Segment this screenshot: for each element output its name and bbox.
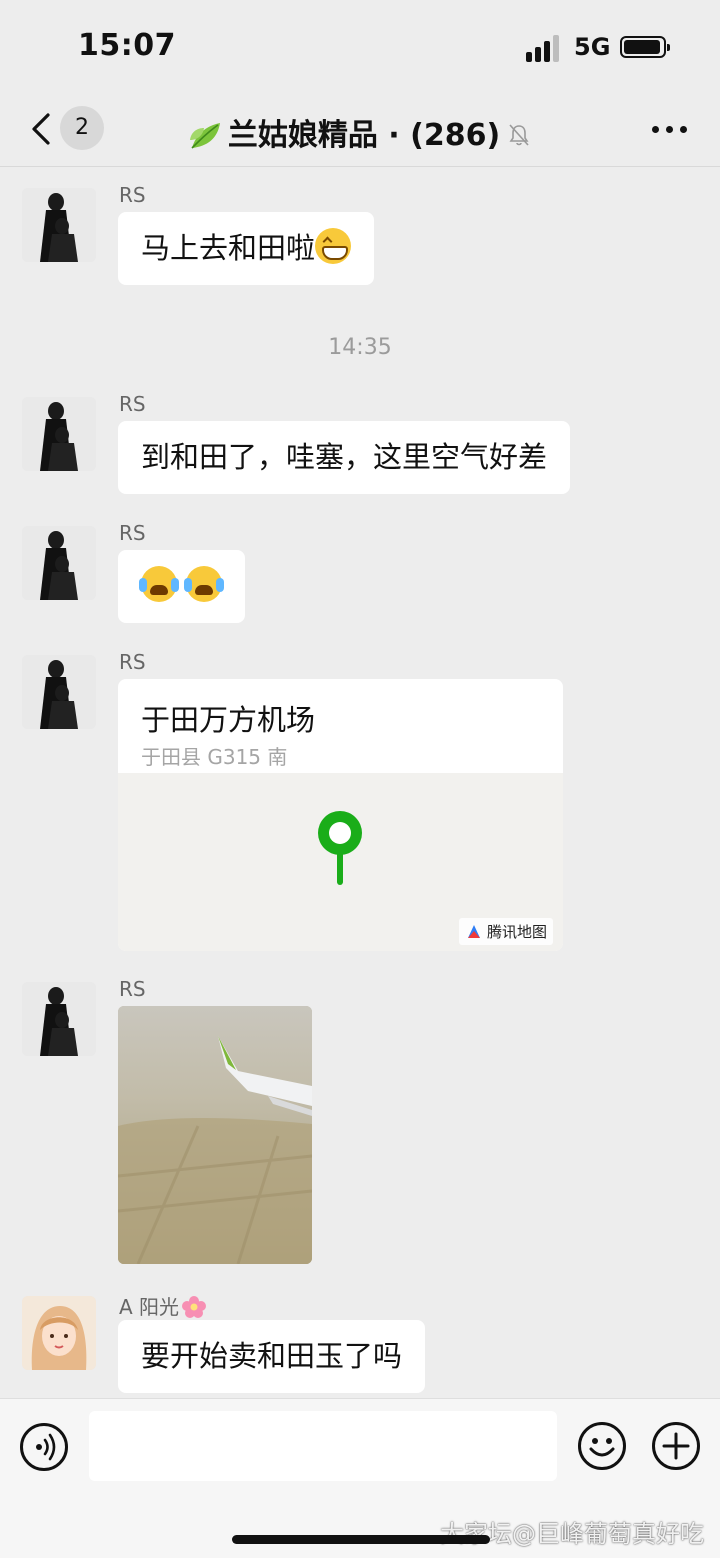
avatar[interactable] (22, 1296, 96, 1370)
chat-title-text: 兰姑娘精品 · (286) (227, 118, 501, 153)
sender-name: RS (119, 650, 146, 674)
avatar-image (22, 526, 96, 600)
network-type: 5G (574, 33, 611, 61)
leaf-icon (189, 123, 220, 149)
sender-name: RS (119, 977, 146, 1001)
status-bar: 15:07 5G (0, 0, 720, 95)
sender-name: RS (119, 183, 146, 207)
grinning-face-icon (315, 228, 352, 264)
crying-face-icon (139, 566, 177, 602)
emoji-button[interactable] (577, 1421, 627, 1471)
map-pin-icon (318, 811, 362, 885)
status-time: 15:07 (78, 28, 176, 63)
message-bubble[interactable]: 要开始卖和田玉了吗 (118, 1320, 426, 1393)
avatar[interactable] (22, 982, 96, 1056)
avatar[interactable] (22, 397, 96, 471)
sender-name: RS (119, 521, 146, 545)
avatar-image (22, 982, 96, 1056)
crying-face-icon (184, 566, 223, 602)
flower-icon (182, 1296, 207, 1318)
home-indicator (232, 1535, 490, 1544)
voice-icon (36, 1433, 56, 1461)
voice-input-button[interactable] (20, 1423, 68, 1471)
message-timestamp: 14:35 (328, 335, 392, 360)
chat-header: 2 兰姑娘精品 · (286) (0, 95, 720, 167)
message-bubble[interactable]: 马上去和田啦 (118, 212, 375, 285)
message-input[interactable] (89, 1411, 557, 1481)
map-brand: 腾讯地图 (458, 918, 553, 945)
message-bubble[interactable] (118, 550, 246, 623)
location-card[interactable]: 于田万方机场 于田县 G315 南 腾讯地图 (118, 679, 563, 951)
plus-icon (652, 1422, 700, 1470)
sender-name-text: A 阳光 (119, 1295, 180, 1319)
avatar-image (22, 1296, 96, 1370)
avatar[interactable] (22, 526, 96, 600)
signal-icon (526, 34, 564, 62)
location-map[interactable]: 腾讯地图 (118, 773, 563, 951)
message-text: 要开始卖和田玉了吗 (141, 1339, 403, 1373)
chat-title[interactable]: 兰姑娘精品 · (286) (0, 110, 720, 154)
sender-name: A 阳光 (119, 1291, 207, 1320)
image-message[interactable] (118, 1006, 312, 1264)
airplane-wing-photo (118, 1006, 312, 1264)
battery-icon (620, 36, 670, 58)
avatar-image (22, 188, 96, 262)
map-brand-text: 腾讯地图 (486, 923, 547, 941)
tencent-map-logo-icon (467, 925, 480, 938)
mute-bell-icon (509, 124, 529, 146)
avatar-image (22, 655, 96, 729)
message-text: 到和田了，哇塞，这里空气好差 (141, 440, 548, 474)
location-name: 于田万方机场 (141, 703, 316, 737)
avatar[interactable] (22, 188, 96, 262)
message-bubble[interactable]: 到和田了，哇塞，这里空气好差 (118, 421, 571, 494)
avatar[interactable] (22, 655, 96, 729)
location-address: 于田县 G315 南 (141, 745, 288, 769)
sender-name: RS (119, 392, 146, 416)
avatar-image (22, 397, 96, 471)
more-options-button[interactable] (650, 115, 690, 145)
more-functions-button[interactable] (651, 1421, 701, 1471)
smiley-icon (578, 1422, 626, 1470)
message-text: 马上去和田啦 (141, 231, 316, 265)
